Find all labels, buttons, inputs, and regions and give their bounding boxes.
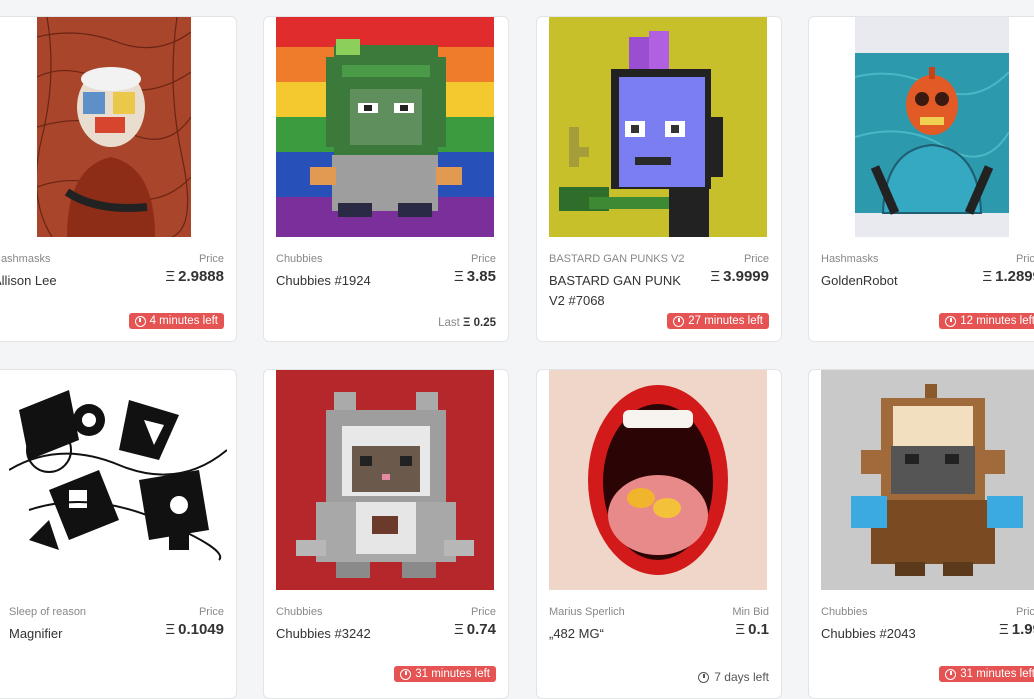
clock-icon (945, 668, 957, 680)
eth-icon: Ξ (454, 621, 464, 638)
price-label: Price (470, 253, 496, 265)
nft-artwork[interactable] (821, 370, 1034, 590)
price-value: Ξ 3.85 (454, 268, 496, 285)
price-label: Min Bid (732, 606, 769, 618)
nft-artwork[interactable] (37, 17, 191, 237)
collection-name: Chubbies (276, 253, 323, 265)
eth-icon: Ξ (165, 268, 176, 285)
auction-timer: 31 minutes left (939, 666, 1034, 682)
eth-icon: Ξ (982, 268, 993, 285)
nft-card[interactable]: Chubbies Chubbies #1924 Price Ξ 3.85 Last… (263, 16, 509, 342)
price-label: Price (470, 606, 496, 618)
price-label: Price (743, 253, 769, 265)
nft-card[interactable]: Chubbies Chubbies #2043 Price Ξ1.99 31 m… (808, 369, 1034, 699)
nft-name[interactable]: GoldenRobot (821, 271, 971, 291)
nft-grid: Hashmasks Allison Lee Price Ξ2.9888 4 mi… (0, 0, 1034, 699)
clock-icon (134, 315, 146, 327)
nft-artwork[interactable] (276, 17, 494, 237)
nft-artwork[interactable] (9, 370, 227, 590)
nft-artwork[interactable] (855, 17, 1009, 237)
nft-name[interactable]: Allison Lee (0, 271, 143, 291)
nft-card[interactable]: Marius Sperlich „482 MG“ Min Bid Ξ 0.1 7 … (536, 369, 782, 699)
collection-name: Hashmasks (821, 253, 879, 265)
last-sale: Last Ξ 0.25 (438, 317, 496, 329)
collection-name: Marius Sperlich (549, 606, 625, 618)
clock-icon (698, 671, 710, 683)
nft-artwork[interactable] (276, 370, 494, 590)
collection-name: Hashmasks (0, 253, 51, 265)
auction-timer: 12 minutes left (939, 313, 1034, 329)
price-value: Ξ 0.1 (735, 621, 769, 638)
auction-timer: 31 minutes left (394, 666, 496, 682)
price-label: Price (1015, 606, 1034, 618)
price-label: Price (1015, 253, 1034, 265)
price-value: Ξ 0.1049 (165, 621, 224, 638)
eth-icon: Ξ (735, 621, 746, 638)
price-label: Price (198, 606, 224, 618)
nft-card[interactable]: Chubbies Chubbies #3242 Price Ξ 0.74 31 m… (263, 369, 509, 699)
price-value: Ξ1.2899 (982, 268, 1034, 285)
nft-artwork[interactable] (549, 370, 767, 590)
collection-name: Chubbies (821, 606, 868, 618)
price-value: Ξ 2.9888 (165, 268, 224, 285)
nft-name[interactable]: „482 MG“ (549, 624, 699, 644)
collection-name: BASTARD GAN PUNKS V2 (549, 253, 685, 265)
clock-icon (400, 668, 412, 680)
auction-timer: 4 minutes left (128, 313, 224, 329)
nft-card[interactable]: BASTARD GAN PUNKS V2 BASTARD GAN PUNK V2… (536, 16, 782, 342)
auction-timer: 27 minutes left (667, 313, 769, 329)
nft-artwork[interactable] (549, 17, 767, 237)
collection-name: Sleep of reason (9, 606, 87, 618)
nft-name[interactable]: Chubbies #2043 (821, 624, 971, 644)
price-label: Price (198, 253, 224, 265)
price-value: Ξ 3.9999 (710, 268, 769, 285)
price-value: Ξ 0.74 (454, 621, 496, 638)
nft-card[interactable]: Sleep of reason Magnifier Price Ξ 0.1049 (0, 369, 237, 699)
nft-name[interactable]: Magnifier (9, 624, 159, 644)
auction-timer: 7 days left (698, 670, 769, 684)
eth-icon: Ξ (710, 268, 721, 285)
price-value: Ξ1.99 (999, 621, 1034, 638)
nft-name[interactable]: Chubbies #1924 (276, 271, 426, 291)
nft-name[interactable]: BASTARD GAN PUNK V2 #7068 (549, 271, 699, 311)
eth-icon: Ξ (165, 621, 176, 638)
collection-name: Chubbies (276, 606, 323, 618)
nft-card[interactable]: Hashmasks Allison Lee Price Ξ2.9888 4 mi… (0, 16, 237, 342)
clock-icon (673, 315, 685, 327)
nft-name[interactable]: Chubbies #3242 (276, 624, 426, 644)
eth-icon: Ξ (454, 268, 464, 285)
eth-icon: Ξ (999, 621, 1009, 638)
nft-card[interactable]: Hashmasks GoldenRobot Price Ξ1.2899 12 m… (808, 16, 1034, 342)
clock-icon (945, 315, 957, 327)
